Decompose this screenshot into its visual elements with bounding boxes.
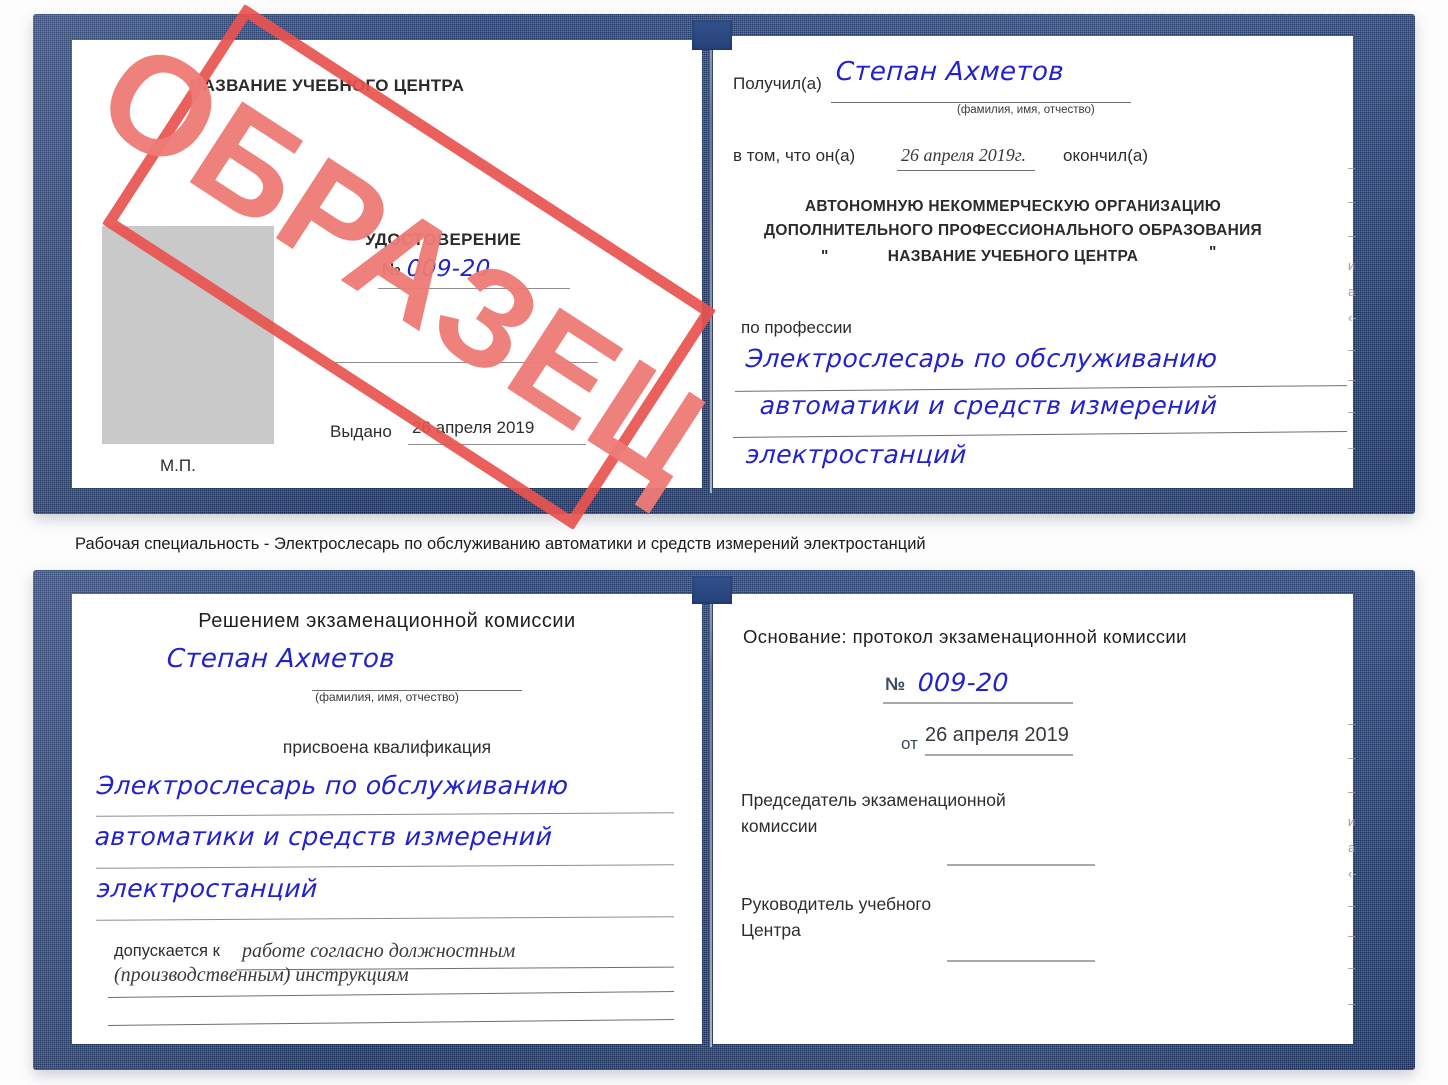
bleed-mark: –: [1348, 928, 1356, 943]
profession-line-3: электростанций: [745, 440, 968, 469]
qualification-line-3: электростанций: [96, 874, 319, 903]
head-signature-rule: [947, 960, 1095, 962]
head-label-line-1: Руководитель учебного: [741, 894, 932, 914]
profession-label: по профессии: [741, 318, 852, 337]
received-rule: [831, 102, 1131, 103]
bleed-mark: –: [1348, 750, 1356, 765]
that-he-rule: [897, 170, 1035, 171]
that-he-date-value: 26 апреля 2019г.: [901, 145, 1027, 165]
certificate-bottom-right-page: Основание: протокол экзаменационной коми…: [713, 594, 1353, 1044]
organization-quote-close: ": [1209, 244, 1217, 261]
certificate-bottom-left-page: Решением экзаменационной комиссии Степан…: [72, 594, 702, 1044]
certificate-bottom-spine: [710, 592, 712, 1047]
qualification-rule-1: [96, 812, 674, 817]
head-label-line-2: Центра: [741, 920, 801, 940]
profession-line-2: автоматики и средств измерений: [759, 391, 1219, 420]
certificate-bottom-spine-tab: [692, 576, 732, 604]
bleed-mark: –: [1348, 404, 1356, 419]
certificate-top-right-page: Получил(а) Степан Ахметов (фамилия, имя,…: [713, 36, 1353, 488]
certificate-top-left-page: НАЗВАНИЕ УЧЕБНОГО ЦЕНТРА УДОСТОВЕРЕНИЕ №…: [72, 40, 702, 488]
allowed-rule-2: [108, 991, 674, 998]
bleed-mark: –: [1348, 784, 1356, 799]
issued-date-value: 26 апреля 2019: [412, 418, 535, 437]
protocol-number-label: №: [885, 674, 906, 694]
bleed-mark: ‹-: [1348, 866, 1357, 881]
qualification-label: присвоена квалификация: [282, 737, 492, 757]
certificate-top-spine: [710, 38, 712, 493]
bleed-mark: и: [1348, 814, 1356, 829]
profession-rule-2: [733, 431, 1347, 438]
organization-line-1: АВТОНОМНУЮ НЕКОММЕРЧЕСКУЮ ОРГАНИЗАЦИЮ: [804, 198, 1222, 215]
graduate-name-value: Степан Ахметов: [166, 644, 396, 674]
bleed-mark: –: [1348, 160, 1356, 175]
bleed-mark: –: [1348, 440, 1356, 455]
organization-line-2: ДОПОЛНИТЕЛЬНОГО ПРОФЕССИОНАЛЬНОГО ОБРАЗО…: [764, 222, 1262, 239]
chairman-signature-rule: [947, 864, 1095, 866]
received-name-value: Степан Ахметов: [835, 57, 1065, 87]
training-center-name-top-left: НАЗВАНИЕ УЧЕБНОГО ЦЕНТРА: [190, 76, 465, 95]
seal-place-label: М.П.: [160, 456, 196, 475]
profession-line-1: Электрослесарь по обслуживанию: [745, 344, 1219, 373]
bleed-mark: –: [1348, 194, 1356, 209]
received-label: Получил(а): [733, 74, 822, 93]
document-type-label: УДОСТОВЕРЕНИЕ: [365, 230, 522, 249]
certificate-number-value: 009-20: [406, 256, 492, 282]
protocol-number-value: 009-20: [917, 668, 1010, 697]
fio-hint-top: (фамилия, имя, отчество): [957, 104, 1095, 116]
bleed-mark: ‹-: [1348, 310, 1357, 325]
photo-placeholder: [102, 226, 274, 444]
allowed-rule-3: [108, 1019, 674, 1026]
bleed-mark: –: [1348, 372, 1356, 387]
bleed-mark: –: [1348, 716, 1356, 731]
finished-label: окончил(а): [1063, 146, 1148, 165]
chairman-label-line-2: комиссии: [741, 816, 818, 836]
caption-text: Рабочая специальность - Электрослесарь п…: [75, 535, 926, 553]
protocol-number-rule: [883, 702, 1073, 704]
certificate-number-label: №: [382, 260, 401, 279]
protocol-date-value: 26 апреля 2019: [925, 724, 1069, 746]
blank-rule-1: [334, 362, 598, 363]
bleed-mark: а: [1348, 284, 1356, 299]
issued-label: Выдано: [330, 422, 392, 441]
qualification-line-2: автоматики и средств измерений: [94, 822, 554, 851]
bleed-mark: –: [1348, 898, 1356, 913]
organization-line-3: НАЗВАНИЕ УЧЕБНОГО ЦЕНТРА: [887, 248, 1139, 265]
fio-hint-bottom: (фамилия, имя, отчество): [315, 690, 459, 704]
allowed-to-value-line-2: (производственным) инструкциям: [114, 964, 409, 986]
allowed-to-label: допускается к: [114, 942, 220, 960]
certificate-number-rule: [378, 288, 570, 289]
commission-decision-heading: Решением экзаменационной комиссии: [198, 610, 576, 632]
qualification-rule-3: [96, 916, 674, 921]
qualification-rule-2: [96, 864, 674, 869]
protocol-date-rule: [925, 754, 1073, 756]
chairman-label-line-1: Председатель экзаменационной: [741, 790, 1006, 810]
bleed-mark: а: [1348, 840, 1356, 855]
issued-rule: [408, 444, 586, 445]
that-he-label: в том, что он(а): [733, 146, 856, 165]
bleed-mark: –: [1348, 996, 1356, 1011]
qualification-line-1: Электрослесарь по обслуживанию: [96, 771, 570, 800]
bleed-mark: –: [1348, 960, 1356, 975]
certificate-top-spine-tab: [692, 20, 732, 50]
bleed-mark: –: [1348, 228, 1356, 243]
bleed-mark: –: [1348, 342, 1356, 357]
basis-protocol-label: Основание: протокол экзаменационной коми…: [743, 626, 1187, 647]
protocol-date-label: от: [901, 734, 918, 753]
bleed-mark: и: [1348, 258, 1356, 273]
allowed-to-value-line-1: работе согласно должностным: [242, 940, 516, 962]
